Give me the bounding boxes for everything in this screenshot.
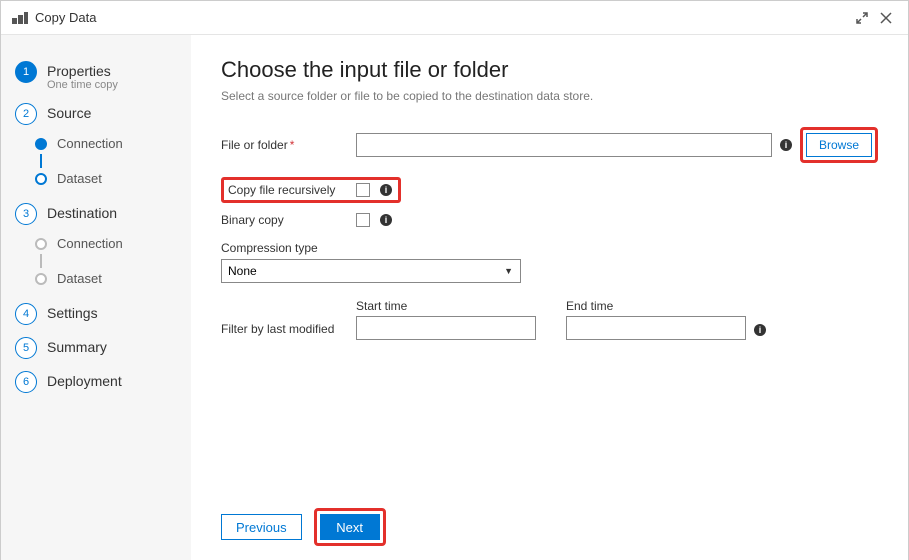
end-time-group: End time: [566, 299, 746, 340]
copy-recursively-highlight: Copy file recursively i: [221, 177, 401, 203]
end-time-input[interactable]: [566, 316, 746, 340]
step-number-6: 6: [15, 371, 37, 393]
step-number-1: 1: [15, 61, 37, 83]
substep-source-connection[interactable]: Connection: [21, 133, 191, 154]
compression-type-label: Compression type: [221, 241, 878, 255]
start-time-group: Start time: [356, 299, 536, 340]
file-or-folder-input[interactable]: [356, 133, 772, 157]
info-icon[interactable]: i: [780, 139, 792, 151]
step-destination[interactable]: 3 Destination: [1, 197, 191, 231]
substep-label: Dataset: [57, 271, 102, 286]
substep-connector: [40, 154, 42, 168]
page-title: Choose the input file or folder: [221, 57, 878, 83]
browse-highlight: Browse: [800, 127, 878, 163]
titlebar: Copy Data: [1, 1, 908, 35]
file-or-folder-row: File or folder* i Browse: [221, 127, 878, 163]
step-number-4: 4: [15, 303, 37, 325]
binary-copy-row: Binary copy i: [221, 213, 878, 227]
end-time-label: End time: [566, 299, 746, 313]
destination-substeps: Connection Dataset: [21, 231, 191, 297]
step-number-2: 2: [15, 103, 37, 125]
file-or-folder-label: File or folder*: [221, 138, 356, 152]
binary-copy-label: Binary copy: [221, 213, 356, 227]
substep-label: Connection: [57, 136, 123, 151]
next-button[interactable]: Next: [320, 514, 380, 540]
step-title: Summary: [47, 339, 107, 355]
substep-label: Connection: [57, 236, 123, 251]
step-source[interactable]: 2 Source: [1, 97, 191, 131]
step-title: Properties: [47, 63, 118, 79]
step-subtitle: One time copy: [47, 79, 118, 91]
maximize-icon[interactable]: [850, 6, 874, 30]
step-number-5: 5: [15, 337, 37, 359]
substep-label: Dataset: [57, 171, 102, 186]
wizard-sidebar: 1 Properties One time copy 2 Source Conn…: [1, 35, 191, 560]
step-title: Destination: [47, 205, 117, 221]
substep-destination-connection[interactable]: Connection: [21, 233, 191, 254]
info-icon[interactable]: i: [754, 324, 766, 336]
compression-section: Compression type: [221, 241, 878, 283]
substep-dot: [35, 173, 47, 185]
substep-dot: [35, 138, 47, 150]
window-title: Copy Data: [35, 10, 850, 25]
filter-last-modified-label: Filter by last modified: [221, 322, 356, 340]
copy-recursively-label: Copy file recursively: [228, 183, 356, 197]
substep-connector: [40, 254, 42, 268]
copy-recursively-checkbox[interactable]: [356, 183, 370, 197]
step-title: Source: [47, 105, 91, 121]
close-icon[interactable]: [874, 6, 898, 30]
step-properties[interactable]: 1 Properties One time copy: [1, 55, 191, 97]
substep-destination-dataset[interactable]: Dataset: [21, 268, 191, 289]
copy-data-icon: [11, 11, 29, 25]
page-subtitle: Select a source folder or file to be cop…: [221, 89, 878, 103]
step-deployment[interactable]: 6 Deployment: [1, 365, 191, 399]
next-highlight: Next: [314, 508, 386, 546]
compression-type-select[interactable]: [221, 259, 521, 283]
browse-button[interactable]: Browse: [806, 133, 872, 157]
filter-last-modified-row: Filter by last modified Start time End t…: [221, 299, 878, 340]
main-content: Choose the input file or folder Select a…: [191, 35, 908, 560]
step-title: Settings: [47, 305, 98, 321]
substep-source-dataset[interactable]: Dataset: [21, 168, 191, 189]
step-title: Deployment: [47, 373, 122, 389]
source-substeps: Connection Dataset: [21, 131, 191, 197]
substep-dot: [35, 273, 47, 285]
info-icon[interactable]: i: [380, 184, 392, 196]
binary-copy-checkbox[interactable]: [356, 213, 370, 227]
start-time-label: Start time: [356, 299, 536, 313]
step-settings[interactable]: 4 Settings: [1, 297, 191, 331]
wizard-footer: Previous Next: [221, 494, 878, 546]
step-number-3: 3: [15, 203, 37, 225]
previous-button[interactable]: Previous: [221, 514, 302, 540]
step-summary[interactable]: 5 Summary: [1, 331, 191, 365]
substep-dot: [35, 238, 47, 250]
info-icon[interactable]: i: [380, 214, 392, 226]
start-time-input[interactable]: [356, 316, 536, 340]
copy-recursively-row: Copy file recursively i: [221, 177, 878, 203]
